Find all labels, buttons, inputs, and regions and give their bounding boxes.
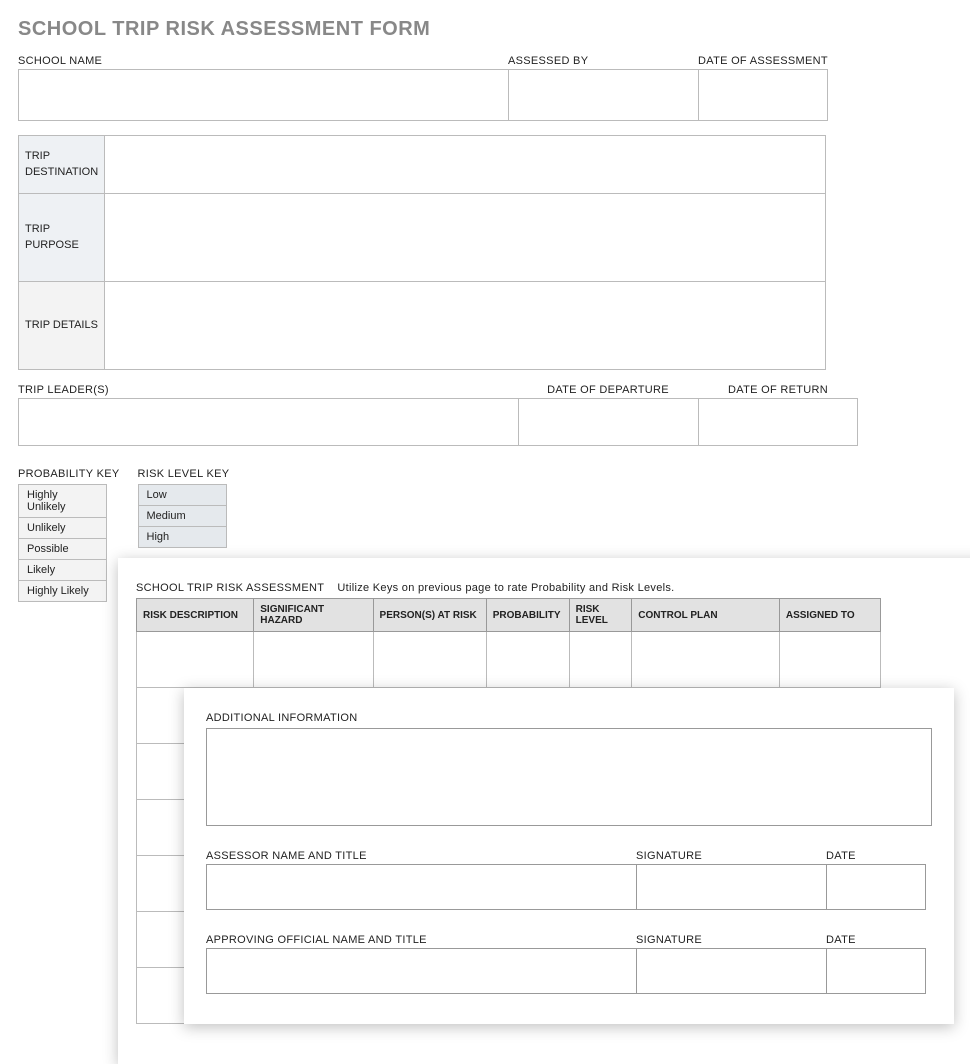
prob-key-item: Possible [19,539,107,560]
label-assessor: ASSESSOR NAME AND TITLE [206,850,636,862]
official-row: APPROVING OFFICIAL NAME AND TITLE SIGNAT… [206,934,932,994]
signoff-card: ADDITIONAL INFORMATION ASSESSOR NAME AND… [184,688,954,1024]
label-trip-purpose: TRIP PURPOSE [19,194,105,282]
input-trip-details[interactable] [105,282,826,370]
label-additional-info: ADDITIONAL INFORMATION [206,712,932,724]
prob-key-item: Likely [19,560,107,581]
label-trip-leaders: TRIP LEADER(S) [18,384,518,396]
label-official: APPROVING OFFICIAL NAME AND TITLE [206,934,636,946]
risk-heading-text: SCHOOL TRIP RISK ASSESSMENT [136,582,324,594]
label-trip-details: TRIP DETAILS [19,282,105,370]
input-date-departure[interactable] [518,398,698,446]
risk-heading-note: Utilize Keys on previous page to rate Pr… [337,582,674,594]
risk-key-table: Low Medium High [138,484,227,548]
risk-key-item: High [138,527,226,548]
trip-info-table: TRIP DESTINATION TRIP PURPOSE TRIP DETAI… [18,135,826,370]
probability-key-table: Highly Unlikely Unlikely Possible Likely… [18,484,107,602]
label-risk-key: RISK LEVEL KEY [138,468,230,480]
risk-assessment-heading: SCHOOL TRIP RISK ASSESSMENT Utilize Keys… [136,582,968,594]
assessor-row: ASSESSOR NAME AND TITLE SIGNATURE DATE [206,850,932,910]
label-assessed-by: ASSESSED BY [508,55,698,67]
header-row: SCHOOL NAME ASSESSED BY DATE OF ASSESSME… [18,55,952,121]
input-assessor[interactable] [206,864,636,910]
col-significant-hazard: SIGNIFICANT HAZARD [254,599,373,632]
input-official[interactable] [206,948,636,994]
label-assessor-signature: SIGNATURE [636,850,826,862]
label-official-date: DATE [826,934,926,946]
label-date-return: DATE OF RETURN [698,384,858,396]
input-trip-destination[interactable] [105,136,826,194]
input-trip-purpose[interactable] [105,194,826,282]
input-date-return[interactable] [698,398,858,446]
label-date-departure: DATE OF DEPARTURE [518,384,698,396]
form-title: SCHOOL TRIP RISK ASSESSMENT FORM [18,18,952,41]
table-row[interactable] [137,632,881,688]
input-official-signature[interactable] [636,948,826,994]
leaders-row: TRIP LEADER(S) DATE OF DEPARTURE DATE OF… [18,384,952,446]
label-official-signature: SIGNATURE [636,934,826,946]
input-date-assessment[interactable] [698,69,828,121]
label-trip-destination: TRIP DESTINATION [19,136,105,194]
input-official-date[interactable] [826,948,926,994]
input-additional-info[interactable] [206,728,932,826]
label-date-assessment: DATE OF ASSESSMENT [698,55,828,67]
prob-key-item: Unlikely [19,518,107,539]
input-school-name[interactable] [18,69,508,121]
prob-key-item: Highly Likely [19,581,107,602]
risk-key-item: Low [138,485,226,506]
input-assessed-by[interactable] [508,69,698,121]
label-assessor-date: DATE [826,850,926,862]
input-assessor-signature[interactable] [636,864,826,910]
label-probability-key: PROBABILITY KEY [18,468,120,480]
col-assigned-to: ASSIGNED TO [779,599,880,632]
risk-key-item: Medium [138,506,226,527]
col-probability: PROBABILITY [486,599,569,632]
input-trip-leaders[interactable] [18,398,518,446]
prob-key-item: Highly Unlikely [19,485,107,518]
col-risk-description: RISK DESCRIPTION [137,599,254,632]
label-school-name: SCHOOL NAME [18,55,508,67]
col-persons-at-risk: PERSON(S) AT RISK [373,599,486,632]
col-risk-level: RISK LEVEL [569,599,632,632]
input-assessor-date[interactable] [826,864,926,910]
col-control-plan: CONTROL PLAN [632,599,780,632]
